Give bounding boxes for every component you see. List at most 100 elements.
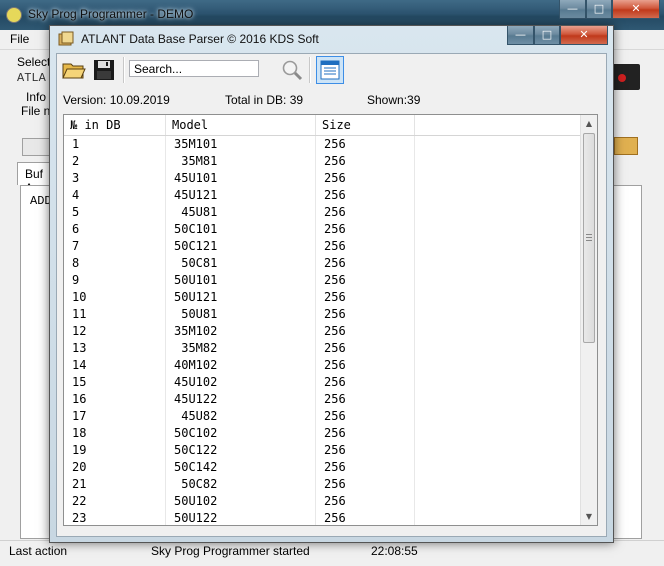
- cell-number: 16: [64, 391, 166, 408]
- cell-size: 256: [316, 357, 415, 374]
- cell-size: 256: [316, 153, 415, 170]
- table-row[interactable]: 1 35M101 256: [64, 136, 581, 153]
- cell-empty: [415, 340, 581, 357]
- table-row[interactable]: 14 40M102 256: [64, 357, 581, 374]
- cell-empty: [415, 391, 581, 408]
- vertical-scrollbar[interactable]: ▲ ▼: [580, 115, 597, 525]
- dialog-maximize-button[interactable]: □: [534, 26, 560, 45]
- main-action-button[interactable]: [22, 138, 52, 156]
- table-row[interactable]: 13 35M82 256: [64, 340, 581, 357]
- table-row[interactable]: 9 50U101 256: [64, 272, 581, 289]
- cell-empty: [415, 408, 581, 425]
- table-row[interactable]: 6 50C101 256: [64, 221, 581, 238]
- cell-number: 7: [64, 238, 166, 255]
- cell-size: 256: [316, 408, 415, 425]
- cell-number: 21: [64, 476, 166, 493]
- cell-size: 256: [316, 289, 415, 306]
- table-row[interactable]: 12 35M102 256: [64, 323, 581, 340]
- cell-model: 50U101: [166, 272, 316, 289]
- cell-empty: [415, 306, 581, 323]
- cell-number: 17: [64, 408, 166, 425]
- dialog-title: ATLANT Data Base Parser © 2016 KDS Soft: [81, 32, 319, 46]
- status-time: 22:08:55: [371, 544, 418, 558]
- cell-size: 256: [316, 272, 415, 289]
- table-row[interactable]: 19 50C122 256: [64, 442, 581, 459]
- cell-size: 256: [316, 340, 415, 357]
- table-row[interactable]: 3 45U101 256: [64, 170, 581, 187]
- table-row[interactable]: 17 45U82 256: [64, 408, 581, 425]
- atlant-parser-dialog: ATLANT Data Base Parser © 2016 KDS Soft …: [49, 25, 614, 543]
- table-row[interactable]: 15 45U102 256: [64, 374, 581, 391]
- scroll-thumb[interactable]: [583, 133, 595, 343]
- column-header-number[interactable]: № in DB: [64, 115, 166, 135]
- cell-model: 50C81: [166, 255, 316, 272]
- cell-model: 50C102: [166, 425, 316, 442]
- cell-number: 20: [64, 459, 166, 476]
- dialog-close-button[interactable]: ✕: [560, 26, 608, 45]
- table-row[interactable]: 10 50U121 256: [64, 289, 581, 306]
- table-row[interactable]: 7 50C121 256: [64, 238, 581, 255]
- cell-model: 50U122: [166, 510, 316, 525]
- table-row[interactable]: 11 50U81 256: [64, 306, 581, 323]
- list-view-icon[interactable]: [316, 56, 344, 84]
- table-row[interactable]: 8 50C81 256: [64, 255, 581, 272]
- table-row[interactable]: 16 45U122 256: [64, 391, 581, 408]
- cell-model: 50C101: [166, 221, 316, 238]
- magnifier-icon[interactable]: [279, 57, 305, 83]
- cell-number: 9: [64, 272, 166, 289]
- column-header-size[interactable]: Size: [316, 115, 415, 135]
- search-input[interactable]: [129, 60, 259, 77]
- cell-number: 8: [64, 255, 166, 272]
- scroll-down-arrow-icon[interactable]: ▼: [581, 508, 597, 525]
- cell-empty: [415, 493, 581, 510]
- table-row[interactable]: 5 45U81 256: [64, 204, 581, 221]
- cell-size: 256: [316, 510, 415, 525]
- cell-model: 50C122: [166, 442, 316, 459]
- cell-empty: [415, 204, 581, 221]
- table-row[interactable]: 4 45U121 256: [64, 187, 581, 204]
- cell-empty: [415, 153, 581, 170]
- cell-size: 256: [316, 476, 415, 493]
- cell-empty: [415, 459, 581, 476]
- table-row[interactable]: 23 50U122 256: [64, 510, 581, 525]
- cell-number: 2: [64, 153, 166, 170]
- cell-empty: [415, 187, 581, 204]
- open-folder-icon[interactable]: [61, 57, 87, 83]
- cell-model: 50U121: [166, 289, 316, 306]
- toolbar-separator: [309, 57, 311, 83]
- cell-model: 50C82: [166, 476, 316, 493]
- dialog-client: Version: 10.09.2019 Total in DB: 39 Show…: [56, 53, 607, 537]
- chip-icon[interactable]: [612, 64, 640, 90]
- cell-model: 50C142: [166, 459, 316, 476]
- cell-size: 256: [316, 221, 415, 238]
- main-close-button[interactable]: ✕: [612, 0, 660, 19]
- main-minimize-button[interactable]: —: [559, 0, 586, 19]
- envelope-icon[interactable]: [614, 137, 638, 155]
- buffer-tab[interactable]: Buf A: [17, 162, 52, 195]
- column-header-model[interactable]: Model: [166, 115, 316, 135]
- cell-number: 11: [64, 306, 166, 323]
- cell-empty: [415, 136, 581, 153]
- cell-empty: [415, 425, 581, 442]
- main-maximize-button[interactable]: □: [586, 0, 612, 19]
- cell-number: 13: [64, 340, 166, 357]
- dialog-minimize-button[interactable]: —: [507, 26, 534, 45]
- table-row[interactable]: 20 50C142 256: [64, 459, 581, 476]
- table-row[interactable]: 21 50C82 256: [64, 476, 581, 493]
- menu-file[interactable]: File: [10, 32, 29, 46]
- cell-size: 256: [316, 374, 415, 391]
- floppy-disk-icon[interactable]: [91, 57, 117, 83]
- table-row[interactable]: 2 35M81 256: [64, 153, 581, 170]
- cell-number: 14: [64, 357, 166, 374]
- cell-model: 45U121: [166, 187, 316, 204]
- cell-number: 23: [64, 510, 166, 525]
- parser-app-icon: [58, 31, 74, 46]
- table-row[interactable]: 18 50C102 256: [64, 425, 581, 442]
- table-row[interactable]: 22 50U102 256: [64, 493, 581, 510]
- scroll-up-arrow-icon[interactable]: ▲: [581, 115, 597, 132]
- cell-empty: [415, 357, 581, 374]
- models-table[interactable]: № in DB Model Size 1 35M101 256 2 35M81 256 3…: [63, 114, 598, 526]
- table-header: № in DB Model Size: [64, 115, 581, 136]
- cell-model: 35M102: [166, 323, 316, 340]
- cell-model: 45U81: [166, 204, 316, 221]
